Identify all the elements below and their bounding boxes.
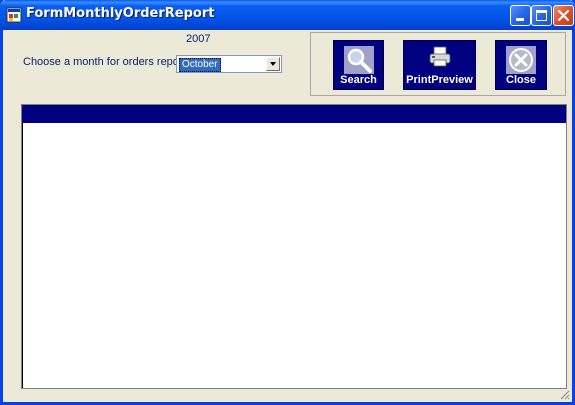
close-circle-icon (506, 46, 536, 74)
chevron-down-icon[interactable] (266, 57, 280, 71)
resize-grip-icon[interactable] (558, 388, 570, 400)
month-selected-value: October (179, 58, 221, 72)
grid-header (22, 105, 566, 123)
app-icon (6, 7, 22, 23)
print-preview-button[interactable]: PrintPreview (403, 40, 476, 90)
month-prompt-label: Choose a month for orders report at (23, 56, 198, 68)
minimize-icon (516, 18, 524, 21)
grid-left-border (22, 123, 23, 388)
close-icon (557, 9, 570, 22)
maximize-icon (536, 10, 547, 21)
close-button[interactable]: Close (495, 40, 547, 90)
maximize-button[interactable] (531, 5, 552, 26)
search-icon (343, 46, 374, 74)
year-label: 2007 (186, 33, 211, 45)
search-button[interactable]: Search (333, 40, 384, 90)
minimize-button[interactable] (510, 5, 531, 26)
orders-report-grid[interactable] (21, 104, 567, 389)
close-button-label: Close (506, 74, 536, 86)
search-button-label: Search (340, 74, 377, 86)
month-combobox[interactable]: October (176, 55, 282, 73)
window-title: FormMonthlyOrderReport (26, 6, 215, 21)
main-window: FormMonthlyOrderReport 2007 Choose a mon… (0, 0, 575, 405)
print-preview-button-label: PrintPreview (406, 74, 473, 86)
close-window-button[interactable] (553, 5, 574, 26)
printer-icon (429, 46, 450, 67)
title-bar[interactable]: FormMonthlyOrderReport (0, 0, 575, 30)
